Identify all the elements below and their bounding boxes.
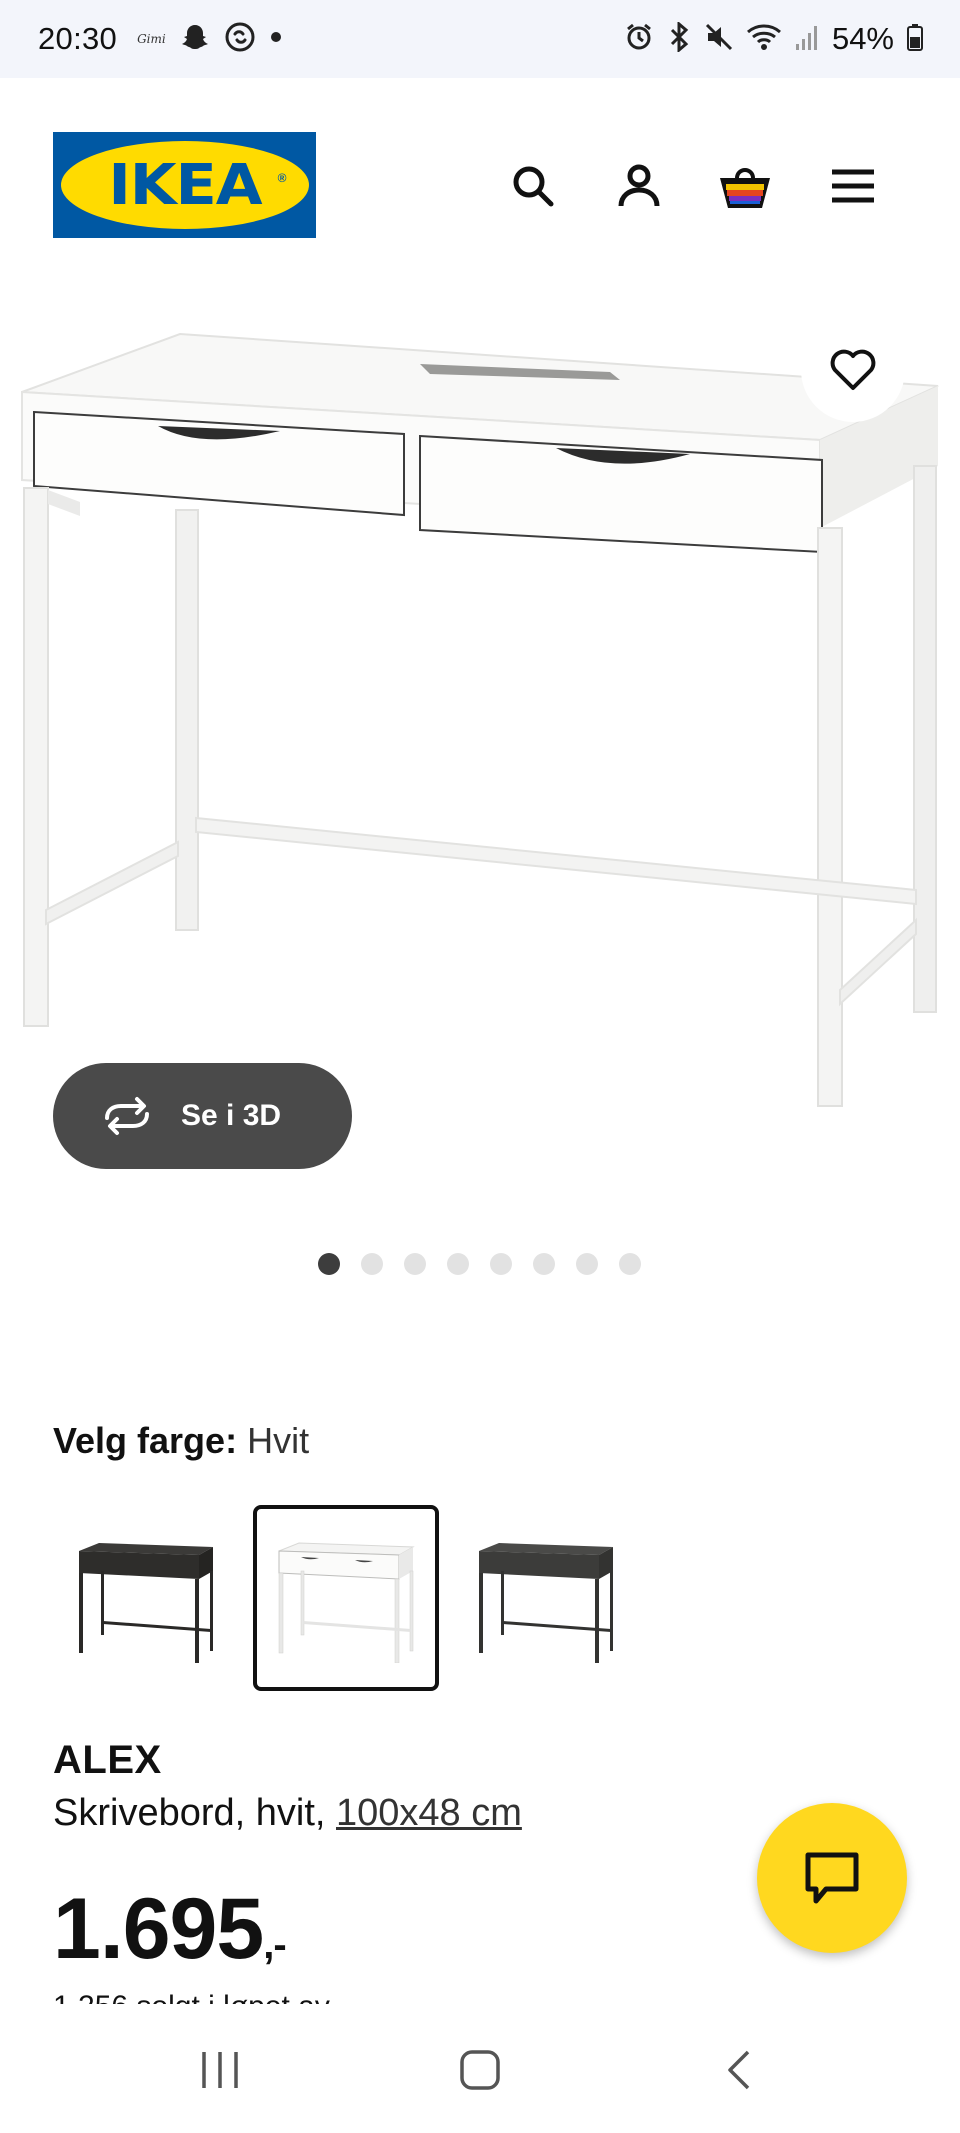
carousel-dot-5[interactable] (490, 1253, 512, 1275)
recents-icon[interactable] (175, 2035, 265, 2105)
carousel-dot-1[interactable] (318, 1253, 340, 1275)
carousel-dot-8[interactable] (619, 1253, 641, 1275)
carousel-dot-6[interactable] (533, 1253, 555, 1275)
carousel-dot-4[interactable] (447, 1253, 469, 1275)
logo-oval: IKEA ® (60, 141, 309, 229)
account-icon[interactable] (611, 158, 667, 214)
carousel-pagination (318, 1253, 641, 1275)
color-selector-label: Velg farge: Hvit (53, 1420, 309, 1462)
alarm-icon (624, 22, 654, 57)
heart-icon (830, 349, 876, 390)
desk-thumbnail-white (278, 1542, 415, 1663)
snapchat-icon (180, 22, 210, 57)
desk-thumbnail-dark (79, 1543, 213, 1663)
product-name: ALEX (53, 1738, 162, 1782)
signal-icon (794, 22, 820, 57)
status-bar: 20:30 Gimi 54% (0, 0, 960, 78)
color-label-text: Velg farge: (53, 1420, 238, 1461)
favourite-button[interactable] (801, 318, 905, 422)
swatch-black-brown[interactable] (53, 1505, 239, 1691)
chat-button[interactable] (757, 1803, 907, 1953)
ikea-logo[interactable]: IKEA ® (53, 132, 316, 238)
color-value: Hvit (247, 1420, 310, 1461)
status-time: 20:30 (38, 21, 118, 56)
bluetooth-icon (666, 20, 692, 57)
status-left-icons: Gimi (137, 21, 282, 58)
logo-text: IKEA (107, 152, 262, 218)
swatch-dark-grey[interactable] (453, 1505, 639, 1691)
sold-count-text: 1.256 solgt i løpet av (53, 1990, 330, 2004)
dot-icon (270, 30, 282, 48)
swatch-white[interactable] (253, 1505, 439, 1691)
color-swatches (53, 1505, 639, 1691)
carousel-dot-3[interactable] (404, 1253, 426, 1275)
view-3d-button[interactable]: Se i 3D (53, 1063, 352, 1169)
menu-icon[interactable] (825, 158, 881, 214)
shazam-icon (224, 21, 256, 58)
price-suffix: ,- (263, 1923, 286, 1967)
wifi-icon (746, 22, 782, 57)
price-value: 1.695 (53, 1881, 264, 1977)
product-price: 1.695,- (53, 1880, 287, 1979)
desk-thumbnail-grey (479, 1543, 613, 1663)
system-nav-bar (0, 2006, 960, 2133)
carrier-badge: Gimi (137, 32, 166, 46)
battery-percent: 54% (831, 21, 894, 56)
chat-icon (805, 1852, 859, 1904)
carousel-dot-7[interactable] (576, 1253, 598, 1275)
search-icon[interactable] (505, 158, 561, 214)
rotate-icon (105, 1097, 149, 1135)
back-icon[interactable] (695, 2035, 785, 2105)
site-header: IKEA ® (0, 78, 960, 290)
basket-icon[interactable] (717, 158, 773, 214)
carousel-dot-2[interactable] (361, 1253, 383, 1275)
logo-registered-mark: ® (277, 171, 287, 185)
product-size-link[interactable]: 100x48 cm (336, 1792, 522, 1834)
product-description-text: Skrivebord, hvit, (53, 1792, 336, 1834)
view-3d-label: Se i 3D (181, 1099, 282, 1132)
status-right-icons: 54% (624, 20, 924, 57)
mute-icon (704, 22, 734, 57)
product-description: Skrivebord, hvit, 100x48 cm (53, 1792, 522, 1835)
battery-icon (906, 22, 924, 57)
home-icon[interactable] (435, 2035, 525, 2105)
